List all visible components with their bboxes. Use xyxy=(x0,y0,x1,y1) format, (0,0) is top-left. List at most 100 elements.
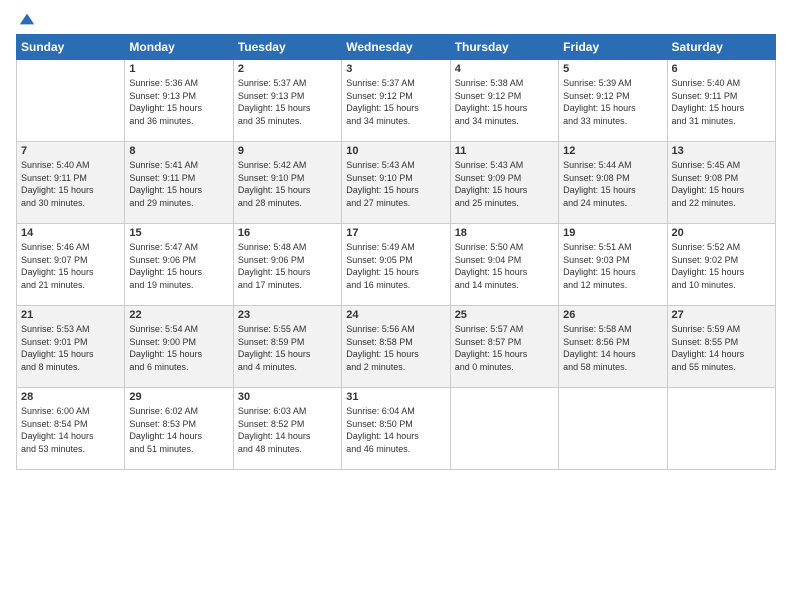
calendar-cell: 23 Sunrise: 5:55 AM Sunset: 8:59 PM Dayli… xyxy=(233,306,341,388)
calendar-cell xyxy=(667,388,775,470)
calendar-cell: 30 Sunrise: 6:03 AM Sunset: 8:52 PM Dayli… xyxy=(233,388,341,470)
calendar-week-row: 28Sunrise: 6:00 AM Sunset: 8:54 PM Dayli… xyxy=(17,388,776,470)
day-number: 31 xyxy=(346,391,445,403)
calendar-cell xyxy=(17,60,125,142)
day-info: Sunrise: 5:43 AM Sunset: 9:09 PM Dayligh… xyxy=(455,159,554,209)
day-info: Sunrise: 5:36 AM Sunset: 9:13 PM Dayligh… xyxy=(129,77,228,127)
calendar-cell: 26 Sunrise: 5:58 AM Sunset: 8:56 PM Dayli… xyxy=(559,306,667,388)
day-info: Sunrise: 6:02 AM Sunset: 8:53 PM Dayligh… xyxy=(129,405,228,455)
day-info: Sunrise: 5:44 AM Sunset: 9:08 PM Dayligh… xyxy=(563,159,662,209)
calendar-cell: 22 Sunrise: 5:54 AM Sunset: 9:00 PM Dayli… xyxy=(125,306,233,388)
day-info: Sunrise: 5:40 AM Sunset: 9:11 PM Dayligh… xyxy=(672,77,771,127)
day-number: 23 xyxy=(238,309,337,321)
day-number: 11 xyxy=(455,145,554,157)
calendar-cell xyxy=(450,388,558,470)
day-info: Sunrise: 5:46 AM Sunset: 9:07 PM Dayligh… xyxy=(21,241,120,291)
day-number: 30 xyxy=(238,391,337,403)
day-number: 26 xyxy=(563,309,662,321)
day-number: 7 xyxy=(21,145,120,157)
day-info: Sunrise: 5:58 AM Sunset: 8:56 PM Dayligh… xyxy=(563,323,662,373)
day-info: Sunrise: 5:37 AM Sunset: 9:13 PM Dayligh… xyxy=(238,77,337,127)
calendar-cell: 4 Sunrise: 5:38 AM Sunset: 9:12 PM Daylig… xyxy=(450,60,558,142)
day-info: Sunrise: 5:57 AM Sunset: 8:57 PM Dayligh… xyxy=(455,323,554,373)
calendar-cell: 29 Sunrise: 6:02 AM Sunset: 8:53 PM Dayli… xyxy=(125,388,233,470)
header xyxy=(16,10,776,28)
day-number: 29 xyxy=(129,391,228,403)
day-info: Sunrise: 5:51 AM Sunset: 9:03 PM Dayligh… xyxy=(563,241,662,291)
calendar-week-row: 21Sunrise: 5:53 AM Sunset: 9:01 PM Dayli… xyxy=(17,306,776,388)
calendar-cell: 13 Sunrise: 5:45 AM Sunset: 9:08 PM Dayli… xyxy=(667,142,775,224)
day-info: Sunrise: 6:04 AM Sunset: 8:50 PM Dayligh… xyxy=(346,405,445,455)
day-number: 20 xyxy=(672,227,771,239)
day-number: 8 xyxy=(129,145,228,157)
header-day: Tuesday xyxy=(233,35,341,60)
calendar-week-row: 7 Sunrise: 5:40 AM Sunset: 9:11 PM Daylig… xyxy=(17,142,776,224)
calendar-cell: 14 Sunrise: 5:46 AM Sunset: 9:07 PM Dayli… xyxy=(17,224,125,306)
day-info: Sunrise: 5:54 AM Sunset: 9:00 PM Dayligh… xyxy=(129,323,228,373)
day-number: 10 xyxy=(346,145,445,157)
day-info: Sunrise: 5:59 AM Sunset: 8:55 PM Dayligh… xyxy=(672,323,771,373)
header-day: Thursday xyxy=(450,35,558,60)
calendar-cell: 6 Sunrise: 5:40 AM Sunset: 9:11 PM Daylig… xyxy=(667,60,775,142)
calendar-cell: 15Sunrise: 5:47 AM Sunset: 9:06 PM Dayli… xyxy=(125,224,233,306)
calendar-cell: 21Sunrise: 5:53 AM Sunset: 9:01 PM Dayli… xyxy=(17,306,125,388)
day-info: Sunrise: 5:55 AM Sunset: 8:59 PM Dayligh… xyxy=(238,323,337,373)
day-number: 3 xyxy=(346,63,445,75)
day-info: Sunrise: 5:48 AM Sunset: 9:06 PM Dayligh… xyxy=(238,241,337,291)
header-day: Monday xyxy=(125,35,233,60)
day-info: Sunrise: 5:50 AM Sunset: 9:04 PM Dayligh… xyxy=(455,241,554,291)
day-number: 25 xyxy=(455,309,554,321)
day-number: 17 xyxy=(346,227,445,239)
header-day: Friday xyxy=(559,35,667,60)
calendar-cell: 3 Sunrise: 5:37 AM Sunset: 9:12 PM Daylig… xyxy=(342,60,450,142)
day-number: 13 xyxy=(672,145,771,157)
day-number: 5 xyxy=(563,63,662,75)
day-info: Sunrise: 5:45 AM Sunset: 9:08 PM Dayligh… xyxy=(672,159,771,209)
calendar-cell: 27Sunrise: 5:59 AM Sunset: 8:55 PM Dayli… xyxy=(667,306,775,388)
calendar-cell: 9 Sunrise: 5:42 AM Sunset: 9:10 PM Daylig… xyxy=(233,142,341,224)
day-number: 9 xyxy=(238,145,337,157)
calendar-cell: 25 Sunrise: 5:57 AM Sunset: 8:57 PM Dayli… xyxy=(450,306,558,388)
calendar-table: SundayMondayTuesdayWednesdayThursdayFrid… xyxy=(16,34,776,470)
calendar-cell: 19Sunrise: 5:51 AM Sunset: 9:03 PM Dayli… xyxy=(559,224,667,306)
day-number: 12 xyxy=(563,145,662,157)
day-number: 15 xyxy=(129,227,228,239)
day-number: 2 xyxy=(238,63,337,75)
page: SundayMondayTuesdayWednesdayThursdayFrid… xyxy=(0,0,792,612)
calendar-cell: 24Sunrise: 5:56 AM Sunset: 8:58 PM Dayli… xyxy=(342,306,450,388)
logo xyxy=(16,10,36,28)
day-info: Sunrise: 5:52 AM Sunset: 9:02 PM Dayligh… xyxy=(672,241,771,291)
logo-icon xyxy=(18,10,36,28)
calendar-cell: 8 Sunrise: 5:41 AM Sunset: 9:11 PM Daylig… xyxy=(125,142,233,224)
day-info: Sunrise: 6:03 AM Sunset: 8:52 PM Dayligh… xyxy=(238,405,337,455)
day-info: Sunrise: 5:56 AM Sunset: 8:58 PM Dayligh… xyxy=(346,323,445,373)
day-number: 22 xyxy=(129,309,228,321)
day-number: 28 xyxy=(21,391,120,403)
calendar-cell: 16Sunrise: 5:48 AM Sunset: 9:06 PM Dayli… xyxy=(233,224,341,306)
calendar-cell: 18 Sunrise: 5:50 AM Sunset: 9:04 PM Dayli… xyxy=(450,224,558,306)
day-info: Sunrise: 5:53 AM Sunset: 9:01 PM Dayligh… xyxy=(21,323,120,373)
calendar-cell: 20 Sunrise: 5:52 AM Sunset: 9:02 PM Dayli… xyxy=(667,224,775,306)
calendar-cell: 28Sunrise: 6:00 AM Sunset: 8:54 PM Dayli… xyxy=(17,388,125,470)
day-info: Sunrise: 5:41 AM Sunset: 9:11 PM Dayligh… xyxy=(129,159,228,209)
day-info: Sunrise: 5:38 AM Sunset: 9:12 PM Dayligh… xyxy=(455,77,554,127)
calendar-cell xyxy=(559,388,667,470)
header-day: Wednesday xyxy=(342,35,450,60)
day-info: Sunrise: 5:39 AM Sunset: 9:12 PM Dayligh… xyxy=(563,77,662,127)
day-number: 1 xyxy=(129,63,228,75)
day-number: 14 xyxy=(21,227,120,239)
header-row: SundayMondayTuesdayWednesdayThursdayFrid… xyxy=(17,35,776,60)
day-info: Sunrise: 5:43 AM Sunset: 9:10 PM Dayligh… xyxy=(346,159,445,209)
day-number: 6 xyxy=(672,63,771,75)
day-info: Sunrise: 5:42 AM Sunset: 9:10 PM Dayligh… xyxy=(238,159,337,209)
calendar-week-row: 14 Sunrise: 5:46 AM Sunset: 9:07 PM Dayli… xyxy=(17,224,776,306)
calendar-cell: 1 Sunrise: 5:36 AM Sunset: 9:13 PM Daylig… xyxy=(125,60,233,142)
calendar-cell: 5 Sunrise: 5:39 AM Sunset: 9:12 PM Daylig… xyxy=(559,60,667,142)
calendar-cell: 10 Sunrise: 5:43 AM Sunset: 9:10 PM Dayli… xyxy=(342,142,450,224)
day-number: 18 xyxy=(455,227,554,239)
day-info: Sunrise: 5:40 AM Sunset: 9:11 PM Dayligh… xyxy=(21,159,120,209)
day-info: Sunrise: 5:37 AM Sunset: 9:12 PM Dayligh… xyxy=(346,77,445,127)
day-number: 4 xyxy=(455,63,554,75)
header-day: Sunday xyxy=(17,35,125,60)
calendar-week-row: 1 Sunrise: 5:36 AM Sunset: 9:13 PM Daylig… xyxy=(17,60,776,142)
